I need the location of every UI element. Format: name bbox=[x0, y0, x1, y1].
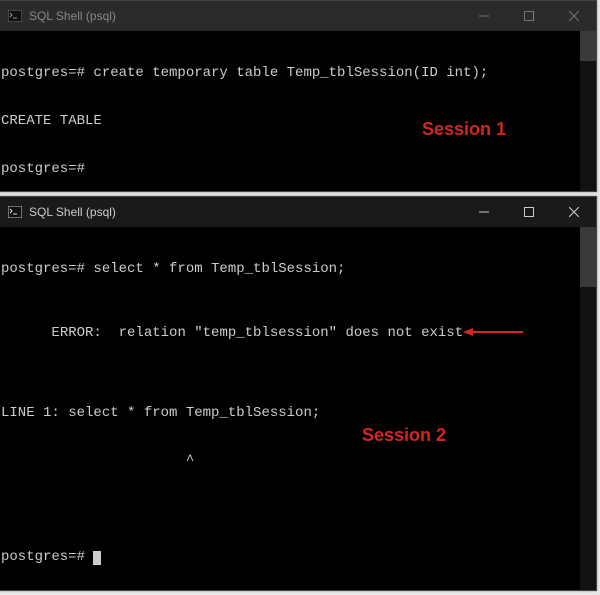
terminal-window-2: SQL Shell (psql) postgres=# select * fro… bbox=[0, 196, 597, 591]
terminal-body[interactable]: postgres=# create temporary table Temp_t… bbox=[0, 31, 596, 191]
maximize-button[interactable] bbox=[506, 1, 551, 31]
arrow-annotation bbox=[396, 310, 523, 359]
close-button[interactable] bbox=[551, 197, 596, 227]
window-title: SQL Shell (psql) bbox=[29, 205, 116, 219]
titlebar[interactable]: SQL Shell (psql) bbox=[0, 197, 596, 227]
app-icon bbox=[7, 8, 23, 24]
terminal-line: postgres=# select * from Temp_tblSession… bbox=[1, 261, 596, 277]
cursor bbox=[93, 551, 101, 565]
terminal-line: CREATE TABLE bbox=[1, 113, 596, 129]
prompt-text: postgres=# bbox=[1, 549, 85, 565]
session-annotation: Session 2 bbox=[362, 427, 446, 443]
scrollbar[interactable] bbox=[580, 31, 596, 191]
maximize-button[interactable] bbox=[506, 197, 551, 227]
terminal-line: LINE 1: select * from Temp_tblSession; bbox=[1, 405, 596, 421]
minimize-button[interactable] bbox=[461, 1, 506, 31]
window-title: SQL Shell (psql) bbox=[29, 9, 116, 23]
terminal-line: postgres=# bbox=[1, 549, 596, 565]
scrollbar-thumb[interactable] bbox=[580, 227, 596, 287]
terminal-body[interactable]: postgres=# select * from Temp_tblSession… bbox=[0, 227, 596, 590]
terminal-line: postgres=# create temporary table Temp_t… bbox=[1, 65, 596, 81]
terminal-line: ^ bbox=[1, 453, 596, 469]
app-icon bbox=[7, 204, 23, 220]
minimize-button[interactable] bbox=[461, 197, 506, 227]
terminal-window-1: SQL Shell (psql) postgres=# create tempo… bbox=[0, 0, 597, 192]
terminal-line: ERROR: relation "temp_tblsession" does n… bbox=[1, 309, 596, 373]
session-annotation: Session 1 bbox=[422, 121, 506, 137]
titlebar[interactable]: SQL Shell (psql) bbox=[0, 1, 596, 31]
scrollbar-thumb[interactable] bbox=[580, 31, 596, 61]
close-button[interactable] bbox=[551, 1, 596, 31]
scrollbar[interactable] bbox=[580, 227, 596, 590]
terminal-line: postgres=# bbox=[1, 161, 596, 177]
